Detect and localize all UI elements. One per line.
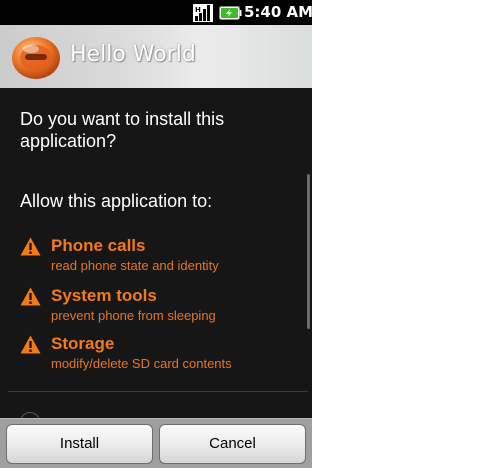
allow-heading: Allow this application to: <box>20 191 213 211</box>
status-time: 5:40 AM <box>244 3 312 21</box>
permission-description: prevent phone from sleeping <box>51 308 216 323</box>
scrollbar[interactable] <box>307 174 310 329</box>
app-icon <box>12 37 60 79</box>
permission-description: modify/delete SD card contents <box>51 356 232 371</box>
permission-description: read phone state and identity <box>51 258 219 273</box>
status-bar: H 5:40 AM <box>0 0 312 25</box>
install-dialog-content[interactable]: Do you want to install this application?… <box>0 88 312 432</box>
battery-charging-icon <box>219 6 242 20</box>
title-bar: Hello World <box>0 25 312 88</box>
android-screen: H 5:40 AM Hello World Do you want to ins… <box>0 0 312 468</box>
install-button[interactable]: Install <box>6 424 153 464</box>
permission-title: Storage <box>51 334 115 353</box>
app-title: Hello World <box>70 42 196 67</box>
svg-text:H: H <box>195 6 201 14</box>
warning-icon <box>20 287 41 306</box>
warning-icon <box>20 237 41 256</box>
permission-title: System tools <box>51 286 157 305</box>
button-bar: Install Cancel <box>0 418 312 468</box>
warning-icon <box>20 335 41 354</box>
install-question: Do you want to install this application? <box>20 109 225 151</box>
signal-icon: H <box>193 4 213 22</box>
permission-title: Phone calls <box>51 236 146 255</box>
divider <box>8 391 308 392</box>
cancel-button[interactable]: Cancel <box>159 424 306 464</box>
